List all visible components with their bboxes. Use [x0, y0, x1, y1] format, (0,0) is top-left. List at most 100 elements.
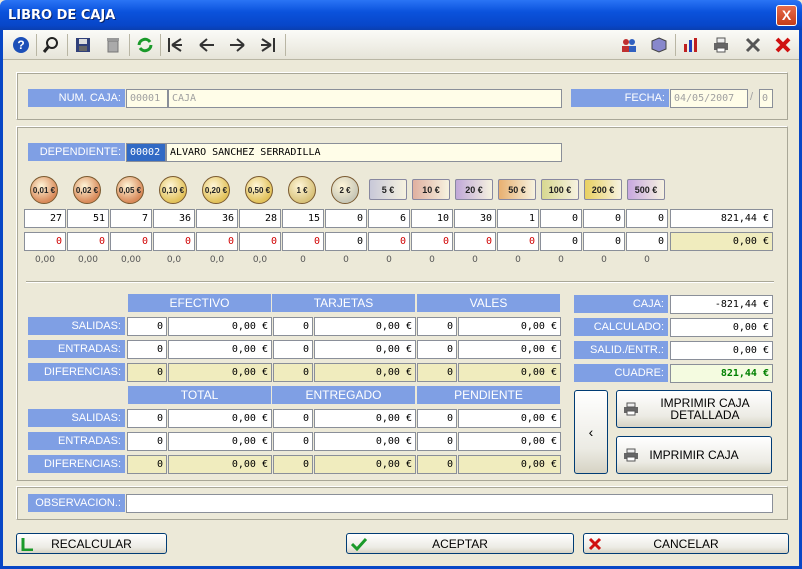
grid2-cell[interactable]: 0,00 €	[314, 432, 416, 451]
grid1-cell: 0,00 €	[458, 363, 561, 382]
grid2-cell[interactable]: 0	[417, 432, 457, 451]
refresh-icon[interactable]	[133, 33, 157, 57]
count-cell[interactable]: 0	[583, 209, 625, 228]
grid2-cell[interactable]: 0,00 €	[458, 409, 561, 428]
second-row-cell[interactable]: 0	[540, 232, 582, 251]
banknote-11-icon: 50 €	[498, 179, 536, 200]
banknote-8-icon: 5 €	[369, 179, 407, 200]
fecha-extra-input[interactable]: 0	[759, 89, 773, 108]
num-caja-input[interactable]: 00001	[126, 89, 168, 108]
grid1-row-label: DIFERENCIAS:	[28, 363, 125, 381]
grid1-cell[interactable]: 0	[127, 317, 167, 336]
count-cell[interactable]: 30	[454, 209, 496, 228]
count-cell[interactable]: 27	[24, 209, 66, 228]
second-row-cell[interactable]: 0	[454, 232, 496, 251]
count-cell[interactable]: 0	[540, 209, 582, 228]
trash-icon[interactable]	[101, 33, 125, 57]
grid1-cell[interactable]: 0	[127, 340, 167, 359]
next-record-icon[interactable]	[225, 33, 249, 57]
observacion-input[interactable]	[126, 494, 773, 513]
second-row-cell[interactable]: 0	[67, 232, 109, 251]
cancelar-button[interactable]: CANCELAR	[583, 533, 789, 554]
count-cell[interactable]: 10	[411, 209, 453, 228]
users-icon[interactable]	[617, 33, 641, 57]
coin-7-icon: 2 €	[331, 176, 359, 204]
second-row-cell[interactable]: 0	[24, 232, 66, 251]
recalcular-button[interactable]: RECALCULAR	[16, 533, 167, 554]
second-row-cell[interactable]: 0	[368, 232, 410, 251]
grid1-cell[interactable]: 0	[273, 317, 313, 336]
dependiente-name-input[interactable]: ALVARO SANCHEZ SERRADILLA	[166, 143, 562, 162]
back-button[interactable]: ‹	[574, 390, 608, 474]
grid2-cell[interactable]: 0,00 €	[458, 432, 561, 451]
grid1-cell[interactable]: 0	[417, 317, 457, 336]
small-value: 0	[300, 255, 306, 265]
grid1-cell[interactable]: 0,00 €	[168, 317, 272, 336]
count-cell[interactable]: 1	[497, 209, 539, 228]
window-title: LIBRO DE CAJA	[8, 8, 116, 23]
grid2-cell[interactable]: 0	[417, 409, 457, 428]
printer-icon[interactable]	[709, 33, 733, 57]
grid2-cell[interactable]: 0,00 €	[168, 432, 272, 451]
second-row-cell[interactable]: 0	[239, 232, 281, 251]
small-value: 0,00	[34, 255, 56, 265]
count-cell[interactable]: 6	[368, 209, 410, 228]
small-value: 0	[644, 255, 650, 265]
grid2-cell[interactable]: 0	[273, 432, 313, 451]
first-record-icon[interactable]	[163, 33, 187, 57]
last-record-icon[interactable]	[256, 33, 280, 57]
previous-record-icon[interactable]	[195, 33, 219, 57]
print-button[interactable]: IMPRIMIR CAJA	[616, 436, 772, 474]
small-value: 0,00	[77, 255, 99, 265]
second-row-cell[interactable]: 0	[583, 232, 625, 251]
banknote-13-icon: 200 €	[584, 179, 622, 200]
grid2-cell[interactable]: 0,00 €	[168, 409, 272, 428]
second-row-cell[interactable]: 0	[325, 232, 367, 251]
dependiente-code-input[interactable]: 00002	[126, 143, 166, 162]
grid1-header: EFECTIVO	[128, 294, 271, 312]
grid2-cell[interactable]: 0	[273, 409, 313, 428]
second-row-cell[interactable]: 0	[153, 232, 195, 251]
coin-4-icon: 0,20 €	[202, 176, 230, 204]
help-icon[interactable]: ?	[9, 33, 33, 57]
grid2-row-label: ENTRADAS:	[28, 432, 125, 450]
count-cell[interactable]: 28	[239, 209, 281, 228]
count-cell[interactable]: 0	[325, 209, 367, 228]
small-value: 0	[472, 255, 478, 265]
caja-name-input[interactable]: CAJA	[168, 89, 562, 108]
count-cell[interactable]: 0	[626, 209, 668, 228]
count-cell[interactable]: 51	[67, 209, 109, 228]
second-row-cell[interactable]: 0	[497, 232, 539, 251]
grid1-cell[interactable]: 0,00 €	[458, 340, 561, 359]
second-row-cell[interactable]: 0	[196, 232, 238, 251]
print-detailed-button[interactable]: IMPRIMIR CAJA DETALLADA	[616, 390, 772, 428]
grid2-cell[interactable]: 0	[127, 409, 167, 428]
count-cell[interactable]: 36	[153, 209, 195, 228]
search-icon[interactable]	[39, 33, 63, 57]
second-row-cell[interactable]: 0	[282, 232, 324, 251]
save-icon[interactable]	[71, 33, 95, 57]
fecha-input[interactable]: 04/05/2007	[670, 89, 748, 108]
count-cell[interactable]: 15	[282, 209, 324, 228]
grid2-cell[interactable]: 0,00 €	[314, 409, 416, 428]
grid1-cell[interactable]: 0	[273, 340, 313, 359]
aceptar-button[interactable]: ACEPTAR	[346, 533, 574, 554]
grid1-cell[interactable]: 0	[417, 340, 457, 359]
grid1-cell[interactable]: 0,00 €	[314, 317, 416, 336]
count-cell[interactable]: 36	[196, 209, 238, 228]
window-close-button[interactable]: X	[776, 5, 797, 26]
second-row-cell[interactable]: 0	[411, 232, 453, 251]
chart-icon[interactable]	[679, 33, 703, 57]
cube-icon[interactable]	[647, 33, 671, 57]
grid1-cell[interactable]: 0,00 €	[314, 340, 416, 359]
count-cell[interactable]: 7	[110, 209, 152, 228]
second-row-cell[interactable]: 0	[110, 232, 152, 251]
tools-icon[interactable]	[741, 33, 765, 57]
grid2-cell[interactable]: 0	[127, 432, 167, 451]
second-row-cell[interactable]: 0	[626, 232, 668, 251]
close-icon[interactable]	[771, 33, 795, 57]
grid1-cell[interactable]: 0,00 €	[458, 317, 561, 336]
coin-5-icon: 0,50 €	[245, 176, 273, 204]
grid1-cell[interactable]: 0,00 €	[168, 340, 272, 359]
coin-0-icon: 0,01 €	[30, 176, 58, 204]
